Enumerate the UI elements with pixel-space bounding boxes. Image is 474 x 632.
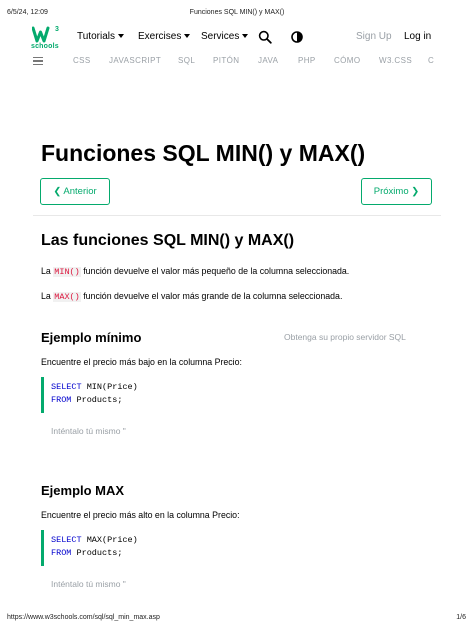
- code-text: Products;: [71, 548, 123, 558]
- top-navigation: 3 schools Tutorials Exercises Services S…: [0, 22, 474, 54]
- intro-max-post: función devuelve el valor más grande de …: [83, 291, 343, 301]
- try-it-yourself-max-button[interactable]: Inténtalo tú mismo ": [51, 579, 126, 589]
- try-it-yourself-min-button[interactable]: Inténtalo tú mismo ": [51, 426, 126, 436]
- nav-services[interactable]: Services: [201, 31, 249, 42]
- print-page-number: 1/6: [456, 614, 466, 621]
- intro-paragraph-min: La MIN() función devuelve el valor más p…: [41, 266, 349, 277]
- nav-tutorials-label: Tutorials: [77, 31, 115, 42]
- example-min-description: Encuentre el precio más bajo en la colum…: [41, 357, 242, 367]
- subnav-item-javascript[interactable]: JAVASCRIPT: [109, 56, 161, 65]
- caret-down-icon: [184, 34, 191, 38]
- login-link[interactable]: Log in: [404, 31, 431, 42]
- nav-services-label: Services: [201, 31, 240, 42]
- w3schools-logo[interactable]: 3 schools: [30, 26, 60, 52]
- code-keyword: FROM: [51, 395, 72, 405]
- subnav-item-java[interactable]: JAVA: [258, 56, 278, 65]
- example-min-heading: Ejemplo mínimo: [41, 330, 142, 345]
- code-text: MAX(Price): [81, 535, 138, 545]
- w3schools-logo-icon: [32, 26, 50, 43]
- print-footer: https://www.w3schools.com/sql/sql_min_ma…: [0, 614, 474, 624]
- code-text: Products;: [71, 395, 123, 405]
- previous-button[interactable]: ❮ Anterior: [40, 178, 110, 205]
- code-text: MIN(Price): [81, 382, 138, 392]
- code-line: SELECT MAX(Price): [51, 534, 432, 547]
- logo-superscript: 3: [55, 26, 59, 33]
- page-title: Funciones SQL MIN() y MAX(): [41, 140, 366, 166]
- subnav-item-c[interactable]: C: [428, 56, 434, 65]
- subnav-item-como[interactable]: CÓMO: [334, 56, 361, 65]
- code-example-min: SELECT MIN(Price) FROM Products;: [41, 377, 432, 413]
- search-icon[interactable]: [258, 30, 272, 44]
- print-header: 6/5/24, 12:09 Funciones SQL MIN() y MAX(…: [0, 9, 474, 19]
- inline-code-min: MIN(): [53, 267, 81, 277]
- example-max-heading: Ejemplo MAX: [41, 483, 125, 498]
- divider: [33, 215, 441, 216]
- signup-link[interactable]: Sign Up: [356, 31, 392, 42]
- code-keyword: SELECT: [51, 535, 82, 545]
- code-line: SELECT MIN(Price): [51, 381, 432, 394]
- next-button[interactable]: Próximo ❯: [361, 178, 432, 205]
- nav-tutorials[interactable]: Tutorials: [77, 31, 124, 42]
- subnav-item-php[interactable]: PHP: [298, 56, 316, 65]
- code-line: FROM Products;: [51, 547, 432, 560]
- print-doc-title: Funciones SQL MIN() y MAX(): [189, 9, 285, 16]
- subnav-item-w3css[interactable]: W3.CSS: [379, 56, 412, 65]
- subnav-item-piton[interactable]: PITÓN: [213, 56, 239, 65]
- code-keyword: SELECT: [51, 382, 82, 392]
- code-line: FROM Products;: [51, 394, 432, 407]
- sub-navigation: CSS JAVASCRIPT SQL PITÓN JAVA PHP CÓMO W…: [0, 54, 474, 68]
- caret-down-icon: [117, 34, 124, 38]
- intro-max-pre: La: [41, 291, 51, 301]
- inline-code-max: MAX(): [53, 292, 81, 302]
- intro-min-post: función devuelve el valor más pequeño de…: [83, 266, 350, 276]
- nav-exercises[interactable]: Exercises: [138, 31, 191, 42]
- contrast-icon[interactable]: [290, 30, 304, 44]
- print-url: https://www.w3schools.com/sql/sql_min_ma…: [7, 614, 160, 621]
- logo-text: schools: [31, 43, 59, 50]
- nav-exercises-label: Exercises: [138, 31, 182, 42]
- subnav-item-sql[interactable]: SQL: [178, 56, 195, 65]
- hamburger-menu-icon[interactable]: [33, 57, 43, 66]
- example-max-description: Encuentre el precio más alto en la colum…: [41, 510, 240, 520]
- section-heading: Las funciones SQL MIN() y MAX(): [41, 232, 295, 249]
- subnav-item-css[interactable]: CSS: [73, 56, 91, 65]
- get-sql-server-link[interactable]: Obtenga su propio servidor SQL: [284, 332, 406, 342]
- intro-min-pre: La: [41, 266, 51, 276]
- intro-paragraph-max: La MAX() función devuelve el valor más g…: [41, 291, 342, 302]
- caret-down-icon: [242, 34, 249, 38]
- code-example-max: SELECT MAX(Price) FROM Products;: [41, 530, 432, 566]
- code-keyword: FROM: [51, 548, 72, 558]
